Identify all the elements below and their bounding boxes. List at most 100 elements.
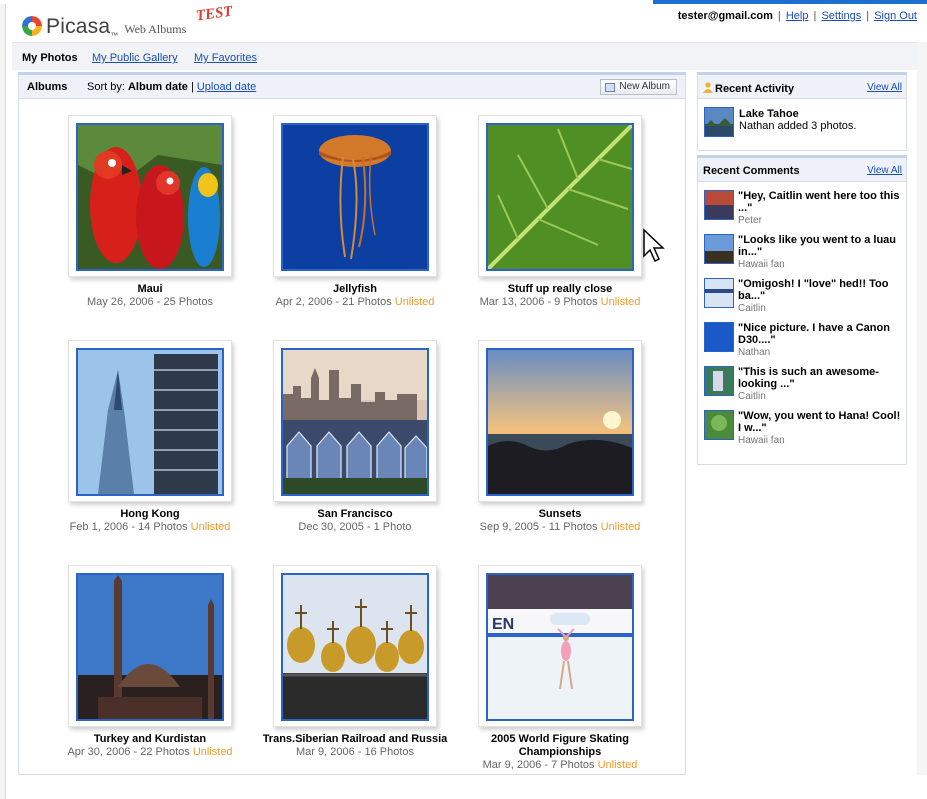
- logo-subtitle: Web Albums: [124, 22, 187, 36]
- unlisted-badge: Unlisted: [600, 296, 641, 308]
- comment-item[interactable]: "Hey, Caitlin went here too this ..." Pet…: [698, 188, 906, 232]
- recent-activity-title: Recent Activity: [703, 82, 794, 95]
- album-cover-jellyfish: [281, 123, 429, 271]
- settings-link[interactable]: Settings: [821, 10, 861, 22]
- comment-thumbnail[interactable]: [704, 366, 734, 396]
- help-link[interactable]: Help: [786, 10, 809, 22]
- mouse-cursor-icon: [642, 228, 668, 264]
- sort-upload-date-link[interactable]: Upload date: [197, 81, 256, 93]
- album-thumbnail-frame[interactable]: EN: [478, 565, 642, 727]
- comment-thumbnail[interactable]: [704, 322, 734, 352]
- album-title[interactable]: San Francisco: [255, 508, 455, 521]
- album-meta: Apr 2, 2006 - 21 Photos Unlisted: [275, 296, 435, 308]
- album-title[interactable]: Hong Kong: [50, 508, 250, 521]
- activity-text: Lake Tahoe Nathan added 3 photos.: [739, 108, 856, 132]
- album-title[interactable]: Turkey and Kurdistan: [50, 733, 250, 746]
- album-title[interactable]: 2005 World Figure Skating Championships: [460, 733, 660, 759]
- album-card[interactable]: Jellyfish Apr 2, 2006 - 21 Photos Unlist…: [255, 115, 455, 309]
- album-meta: Apr 30, 2006 - 22 Photos Unlisted: [67, 746, 233, 758]
- sort-controls: Sort by: Album date | Upload date: [87, 81, 256, 93]
- comment-quote: "Omigosh! I "love" hed!! Too ba...": [738, 278, 889, 302]
- comment-author: Nathan: [738, 347, 771, 358]
- unlisted-badge: Unlisted: [190, 521, 231, 533]
- album-title[interactable]: Trans.Siberian Railroad and Russia: [255, 733, 455, 746]
- page-footer-area: [12, 775, 917, 799]
- sign-out-link[interactable]: Sign Out: [874, 10, 917, 22]
- comment-thumbnail[interactable]: [704, 278, 734, 308]
- album-thumbnail-frame[interactable]: [273, 565, 437, 727]
- unlisted-badge: Unlisted: [394, 296, 435, 308]
- album-meta: May 26, 2006 - 25 Photos: [87, 296, 213, 308]
- album-card[interactable]: San Francisco Dec 30, 2005 - 1 Photo: [255, 340, 455, 534]
- album-card[interactable]: Sunsets Sep 9, 2005 - 11 Photos Unlisted: [460, 340, 660, 534]
- album-thumbnail-frame[interactable]: [68, 340, 232, 502]
- album-title[interactable]: Jellyfish: [255, 283, 455, 296]
- album-meta: Mar 9, 2006 - 16 Photos: [295, 746, 414, 758]
- comment-item[interactable]: "Looks like you went to a luau in..." Haw…: [698, 232, 906, 276]
- test-badge: TEST: [194, 3, 234, 25]
- album-cover-leaf: [486, 123, 634, 271]
- album-card[interactable]: Turkey and Kurdistan Apr 30, 2006 - 22 P…: [50, 565, 250, 759]
- comment-thumbnail[interactable]: [704, 234, 734, 264]
- tab-public-gallery[interactable]: My Public Gallery: [92, 52, 178, 64]
- unlisted-badge: Unlisted: [597, 759, 638, 771]
- album-card[interactable]: Maui May 26, 2006 - 25 Photos: [50, 115, 250, 309]
- comment-quote: "This is such an awesome-looking ...": [738, 366, 879, 390]
- comment-item[interactable]: "Omigosh! I "love" hed!! Too ba..." Caitl…: [698, 276, 906, 320]
- comment-author: Caitlin: [738, 303, 766, 314]
- comment-author: Hawaii fan: [738, 435, 785, 446]
- logo-trademark: ™: [110, 31, 119, 40]
- recent-activity-header: Recent Activity View All: [698, 75, 906, 99]
- activity-album-title[interactable]: Lake Tahoe: [739, 108, 799, 120]
- comment-author: Caitlin: [738, 391, 766, 402]
- comment-quote: "Nice picture. I have a Canon D30....": [738, 322, 890, 346]
- comment-author: Peter: [738, 215, 762, 226]
- activity-thumbnail[interactable]: [704, 107, 734, 137]
- comment-author: Hawaii fan: [738, 259, 785, 270]
- comment-item[interactable]: "Nice picture. I have a Canon D30...." Na…: [698, 320, 906, 364]
- album-cover-mosque: [76, 573, 224, 721]
- tab-my-photos[interactable]: My Photos: [22, 52, 78, 64]
- album-card[interactable]: Hong Kong Feb 1, 2006 - 14 Photos Unlist…: [50, 340, 250, 534]
- comment-quote: "Looks like you went to a luau in...": [738, 234, 897, 258]
- album-card[interactable]: EN 2005 World Figure Skating Championshi…: [460, 565, 660, 772]
- album-thumbnail-frame[interactable]: [68, 115, 232, 277]
- comment-thumbnail[interactable]: [704, 410, 734, 440]
- user-nav: tester@gmail.com | Help | Settings | Sig…: [678, 10, 917, 22]
- recent-activity-panel: Recent Activity View All Lake Tahoe Nath…: [697, 72, 907, 151]
- album-thumbnail-frame[interactable]: [68, 565, 232, 727]
- new-album-label: New Album: [619, 81, 670, 92]
- album-title[interactable]: Maui: [50, 283, 250, 296]
- picasa-pinwheel-icon: [22, 16, 42, 36]
- sort-separator: |: [190, 81, 194, 93]
- recent-comments-panel: Recent Comments View All "Hey, Caitlin w…: [697, 155, 907, 465]
- comment-thumbnail[interactable]: [704, 190, 734, 220]
- album-title[interactable]: Stuff up really close: [460, 283, 660, 296]
- recent-comments-view-all[interactable]: View All: [867, 165, 902, 176]
- recent-comments-title: Recent Comments: [703, 165, 800, 177]
- tab-favorites[interactable]: My Favorites: [194, 52, 257, 64]
- album-cover-parrots: [76, 123, 224, 271]
- album-card[interactable]: Stuff up really close Mar 13, 2006 - 9 P…: [460, 115, 660, 309]
- comment-item[interactable]: "Wow, you went to Hana! Cool! I w..." Haw…: [698, 408, 906, 452]
- nav-separator: |: [813, 10, 817, 22]
- sub-navigation: My Photos My Public Gallery My Favorites: [12, 42, 917, 70]
- comment-item[interactable]: "This is such an awesome-looking ..." Cai…: [698, 364, 906, 408]
- album-title[interactable]: Sunsets: [460, 508, 660, 521]
- unlisted-badge: Unlisted: [600, 521, 641, 533]
- album-cover-domes: [281, 573, 429, 721]
- album-thumbnail-frame[interactable]: [273, 340, 437, 502]
- right-window-edge: [917, 42, 927, 775]
- album-card[interactable]: Trans.Siberian Railroad and Russia Mar 9…: [255, 565, 455, 759]
- picasa-logo[interactable]: Picasa ™ Web Albums: [22, 10, 186, 40]
- album-thumbnail-frame[interactable]: [478, 340, 642, 502]
- album-cover-sunset: [486, 348, 634, 496]
- new-album-button[interactable]: New Album: [600, 79, 677, 95]
- person-icon: [703, 82, 713, 93]
- album-thumbnail-frame[interactable]: [478, 115, 642, 277]
- album-thumbnail-frame[interactable]: [273, 115, 437, 277]
- sort-album-date: Album date: [127, 81, 188, 93]
- album-meta: Mar 13, 2006 - 9 Photos Unlisted: [479, 296, 641, 308]
- activity-item[interactable]: Lake Tahoe Nathan added 3 photos.: [698, 99, 906, 143]
- recent-activity-view-all[interactable]: View All: [867, 82, 902, 93]
